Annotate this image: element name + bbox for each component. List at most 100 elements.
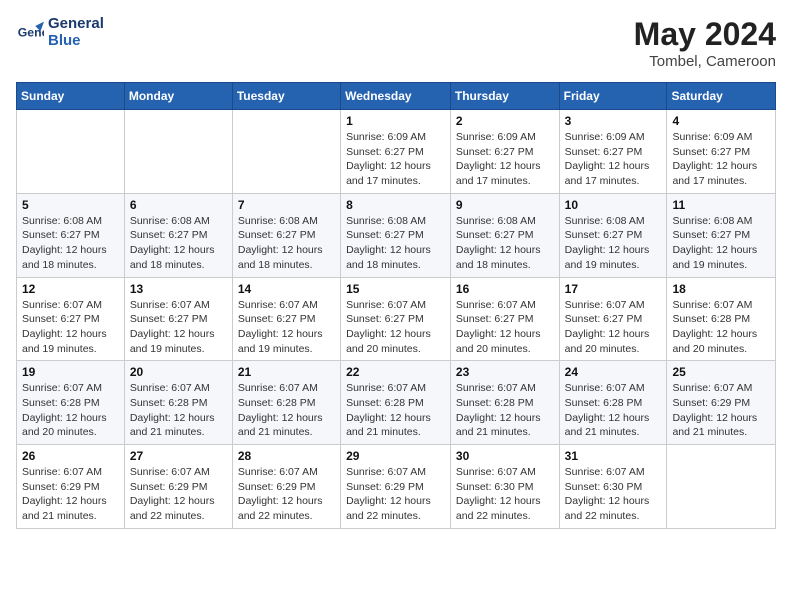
calendar-cell: 31 Sunrise: 6:07 AM Sunset: 6:30 PM Dayli… <box>559 445 667 529</box>
weekday-header-wednesday: Wednesday <box>341 83 451 110</box>
day-info: Sunrise: 6:07 AM Sunset: 6:27 PM Dayligh… <box>565 298 662 357</box>
calendar-cell <box>17 110 125 194</box>
location: Tombel, Cameroon <box>634 53 776 70</box>
logo-icon: General <box>16 19 44 47</box>
calendar-cell: 13 Sunrise: 6:07 AM Sunset: 6:27 PM Dayli… <box>124 277 232 361</box>
calendar-cell <box>124 110 232 194</box>
calendar-week-4: 19 Sunrise: 6:07 AM Sunset: 6:28 PM Dayli… <box>17 361 776 445</box>
weekday-header-thursday: Thursday <box>450 83 559 110</box>
calendar-cell: 28 Sunrise: 6:07 AM Sunset: 6:29 PM Dayli… <box>232 445 340 529</box>
calendar-cell: 22Sunrise: 6:07 AM Sunset: 6:28 PM Dayli… <box>341 361 451 445</box>
calendar-cell: 4 Sunrise: 6:09 AM Sunset: 6:27 PM Daylig… <box>667 110 776 194</box>
day-info: Sunrise: 6:07 AM Sunset: 6:27 PM Dayligh… <box>130 298 227 357</box>
day-number: 30 <box>456 449 554 463</box>
day-number: 23 <box>456 365 554 379</box>
day-info: Sunrise: 6:08 AM Sunset: 6:27 PM Dayligh… <box>672 214 770 273</box>
day-number: 18 <box>672 282 770 296</box>
calendar-week-3: 12 Sunrise: 6:07 AM Sunset: 6:27 PM Dayli… <box>17 277 776 361</box>
calendar-cell: 14Sunrise: 6:07 AM Sunset: 6:27 PM Dayli… <box>232 277 340 361</box>
calendar-cell: 6Sunrise: 6:08 AM Sunset: 6:27 PM Daylig… <box>124 193 232 277</box>
calendar-cell: 3 Sunrise: 6:09 AM Sunset: 6:27 PM Daylig… <box>559 110 667 194</box>
day-info: Sunrise: 6:07 AM Sunset: 6:29 PM Dayligh… <box>346 465 445 524</box>
day-info: Sunrise: 6:08 AM Sunset: 6:27 PM Dayligh… <box>346 214 445 273</box>
calendar-cell: 21 Sunrise: 6:07 AM Sunset: 6:28 PM Dayli… <box>232 361 340 445</box>
day-number: 1 <box>346 114 445 128</box>
day-number: 29 <box>346 449 445 463</box>
calendar-week-2: 5 Sunrise: 6:08 AM Sunset: 6:27 PM Daylig… <box>17 193 776 277</box>
weekday-header-saturday: Saturday <box>667 83 776 110</box>
day-number: 19 <box>22 365 119 379</box>
day-info: Sunrise: 6:08 AM Sunset: 6:27 PM Dayligh… <box>130 214 227 273</box>
calendar-cell: 12 Sunrise: 6:07 AM Sunset: 6:27 PM Dayli… <box>17 277 125 361</box>
day-info: Sunrise: 6:07 AM Sunset: 6:30 PM Dayligh… <box>456 465 554 524</box>
day-info: Sunrise: 6:09 AM Sunset: 6:27 PM Dayligh… <box>565 130 662 189</box>
day-info: Sunrise: 6:07 AM Sunset: 6:27 PM Dayligh… <box>456 298 554 357</box>
day-number: 31 <box>565 449 662 463</box>
day-info: Sunrise: 6:07 AM Sunset: 6:30 PM Dayligh… <box>565 465 662 524</box>
day-number: 11 <box>672 198 770 212</box>
day-number: 27 <box>130 449 227 463</box>
logo-line1: General <box>48 16 104 33</box>
calendar-cell: 10 Sunrise: 6:08 AM Sunset: 6:27 PM Dayli… <box>559 193 667 277</box>
title-block: May 2024 Tombel, Cameroon <box>634 16 776 70</box>
day-info: Sunrise: 6:07 AM Sunset: 6:29 PM Dayligh… <box>130 465 227 524</box>
day-number: 20 <box>130 365 227 379</box>
day-info: Sunrise: 6:07 AM Sunset: 6:27 PM Dayligh… <box>22 298 119 357</box>
calendar-week-1: 1 Sunrise: 6:09 AM Sunset: 6:27 PM Daylig… <box>17 110 776 194</box>
weekday-header-sunday: Sunday <box>17 83 125 110</box>
calendar-cell <box>667 445 776 529</box>
day-number: 2 <box>456 114 554 128</box>
day-info: Sunrise: 6:07 AM Sunset: 6:28 PM Dayligh… <box>130 381 227 440</box>
day-info: Sunrise: 6:09 AM Sunset: 6:27 PM Dayligh… <box>346 130 445 189</box>
calendar-cell: 15Sunrise: 6:07 AM Sunset: 6:27 PM Dayli… <box>341 277 451 361</box>
day-number: 15 <box>346 282 445 296</box>
weekday-header-friday: Friday <box>559 83 667 110</box>
calendar-cell: 19 Sunrise: 6:07 AM Sunset: 6:28 PM Dayli… <box>17 361 125 445</box>
day-number: 7 <box>238 198 335 212</box>
day-number: 3 <box>565 114 662 128</box>
day-info: Sunrise: 6:09 AM Sunset: 6:27 PM Dayligh… <box>456 130 554 189</box>
month-year: May 2024 <box>634 16 776 53</box>
day-info: Sunrise: 6:07 AM Sunset: 6:29 PM Dayligh… <box>22 465 119 524</box>
calendar-cell: 7Sunrise: 6:08 AM Sunset: 6:27 PM Daylig… <box>232 193 340 277</box>
weekday-header-row: SundayMondayTuesdayWednesdayThursdayFrid… <box>17 83 776 110</box>
calendar-cell: 30 Sunrise: 6:07 AM Sunset: 6:30 PM Dayli… <box>450 445 559 529</box>
calendar-table: SundayMondayTuesdayWednesdayThursdayFrid… <box>16 82 776 529</box>
day-number: 10 <box>565 198 662 212</box>
day-number: 21 <box>238 365 335 379</box>
day-number: 13 <box>130 282 227 296</box>
day-number: 14 <box>238 282 335 296</box>
day-number: 28 <box>238 449 335 463</box>
day-info: Sunrise: 6:08 AM Sunset: 6:27 PM Dayligh… <box>456 214 554 273</box>
calendar-cell: 16Sunrise: 6:07 AM Sunset: 6:27 PM Dayli… <box>450 277 559 361</box>
calendar-cell: 24Sunrise: 6:07 AM Sunset: 6:28 PM Dayli… <box>559 361 667 445</box>
day-number: 26 <box>22 449 119 463</box>
day-number: 8 <box>346 198 445 212</box>
day-info: Sunrise: 6:07 AM Sunset: 6:28 PM Dayligh… <box>456 381 554 440</box>
day-number: 4 <box>672 114 770 128</box>
calendar-cell: 18Sunrise: 6:07 AM Sunset: 6:28 PM Dayli… <box>667 277 776 361</box>
calendar-cell: 1 Sunrise: 6:09 AM Sunset: 6:27 PM Daylig… <box>341 110 451 194</box>
day-info: Sunrise: 6:07 AM Sunset: 6:29 PM Dayligh… <box>238 465 335 524</box>
day-number: 5 <box>22 198 119 212</box>
day-info: Sunrise: 6:07 AM Sunset: 6:28 PM Dayligh… <box>22 381 119 440</box>
calendar-cell: 26 Sunrise: 6:07 AM Sunset: 6:29 PM Dayli… <box>17 445 125 529</box>
logo-line2: Blue <box>48 33 104 50</box>
day-number: 12 <box>22 282 119 296</box>
calendar-week-5: 26 Sunrise: 6:07 AM Sunset: 6:29 PM Dayli… <box>17 445 776 529</box>
day-info: Sunrise: 6:07 AM Sunset: 6:28 PM Dayligh… <box>565 381 662 440</box>
day-info: Sunrise: 6:08 AM Sunset: 6:27 PM Dayligh… <box>22 214 119 273</box>
calendar-cell: 29 Sunrise: 6:07 AM Sunset: 6:29 PM Dayli… <box>341 445 451 529</box>
weekday-header-monday: Monday <box>124 83 232 110</box>
day-info: Sunrise: 6:07 AM Sunset: 6:28 PM Dayligh… <box>346 381 445 440</box>
weekday-header-tuesday: Tuesday <box>232 83 340 110</box>
calendar-cell: 17Sunrise: 6:07 AM Sunset: 6:27 PM Dayli… <box>559 277 667 361</box>
day-info: Sunrise: 6:07 AM Sunset: 6:28 PM Dayligh… <box>238 381 335 440</box>
calendar-cell: 11 Sunrise: 6:08 AM Sunset: 6:27 PM Dayli… <box>667 193 776 277</box>
day-info: Sunrise: 6:09 AM Sunset: 6:27 PM Dayligh… <box>672 130 770 189</box>
day-info: Sunrise: 6:08 AM Sunset: 6:27 PM Dayligh… <box>565 214 662 273</box>
calendar-cell <box>232 110 340 194</box>
day-number: 9 <box>456 198 554 212</box>
calendar-cell: 8 Sunrise: 6:08 AM Sunset: 6:27 PM Daylig… <box>341 193 451 277</box>
calendar-cell: 5 Sunrise: 6:08 AM Sunset: 6:27 PM Daylig… <box>17 193 125 277</box>
